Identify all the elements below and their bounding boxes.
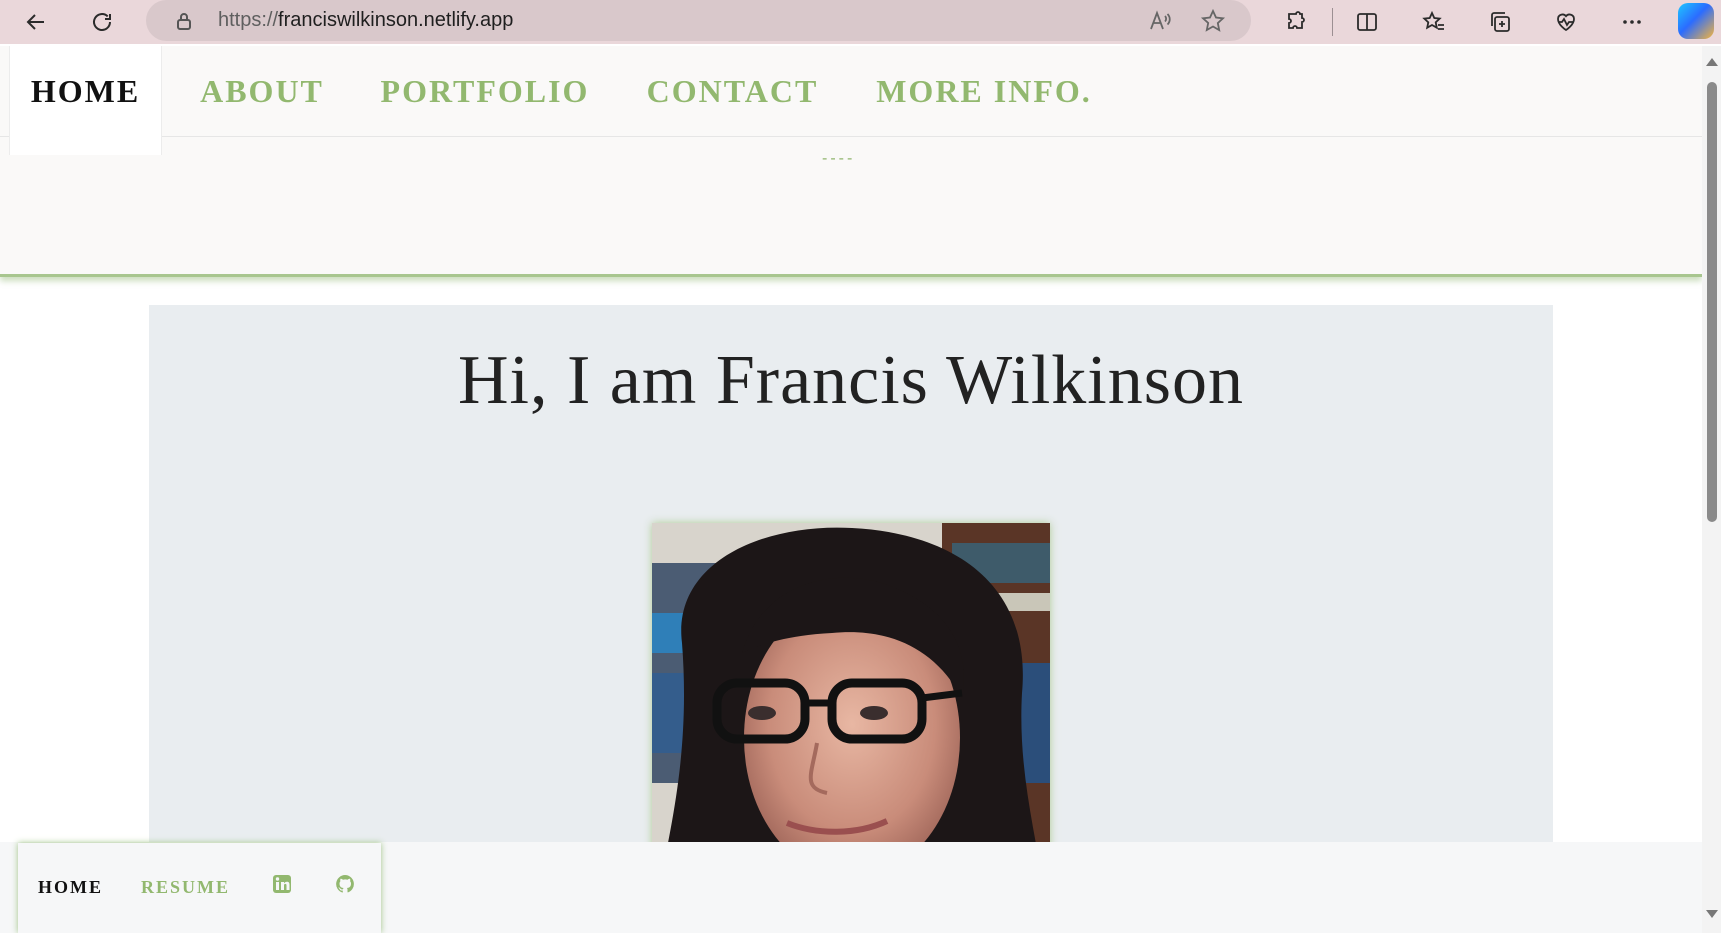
footer-nav-resume[interactable]: RESUME	[141, 877, 230, 898]
favorites-icon[interactable]	[1416, 4, 1452, 40]
read-aloud-icon[interactable]	[1146, 7, 1174, 35]
address-bar[interactable]: https://franciswilkinson.netlify.app	[146, 0, 1251, 41]
nav-home[interactable]: HOME	[9, 46, 162, 155]
url-host: franciswilkinson.netlify.app	[278, 9, 514, 31]
collections-icon[interactable]	[1482, 4, 1518, 40]
scrollbar-thumb[interactable]	[1707, 82, 1717, 522]
split-screen-icon[interactable]	[1349, 4, 1385, 40]
url-scheme: https://	[218, 9, 279, 31]
site-header: HOME ABOUT PORTFOLIO CONTACT MORE INFO. …	[0, 46, 1702, 277]
copilot-icon[interactable]	[1678, 3, 1714, 39]
extensions-icon[interactable]	[1278, 4, 1314, 40]
hero-section: Hi, I am Francis Wilkinson	[149, 305, 1553, 933]
github-icon[interactable]	[334, 873, 356, 895]
back-icon[interactable]	[18, 4, 54, 40]
browser-toolbar: https://franciswilkinson.netlify.app	[0, 0, 1721, 44]
nav-more-info[interactable]: MORE INFO.	[874, 46, 1094, 136]
page-viewport: HOME ABOUT PORTFOLIO CONTACT MORE INFO. …	[0, 46, 1702, 933]
linkedin-icon[interactable]	[271, 873, 293, 895]
favorite-star-icon[interactable]	[1199, 7, 1227, 35]
toolbar-separator	[1332, 8, 1333, 36]
nav-about[interactable]: ABOUT	[193, 46, 331, 136]
page-scrollbar[interactable]	[1702, 46, 1721, 933]
hero-title: Hi, I am Francis Wilkinson	[458, 342, 1244, 419]
lock-icon[interactable]	[172, 9, 196, 33]
more-icon[interactable]	[1614, 4, 1650, 40]
browser-essentials-icon[interactable]	[1548, 4, 1584, 40]
scroll-up-icon[interactable]	[1706, 58, 1718, 66]
url-text[interactable]: https://franciswilkinson.netlify.app	[218, 9, 513, 32]
refresh-icon[interactable]	[84, 4, 120, 40]
footer-nav-home[interactable]: HOME	[38, 877, 103, 898]
nav-contact[interactable]: CONTACT	[643, 46, 822, 136]
header-dashes: ----	[822, 150, 856, 167]
main-nav: HOME ABOUT PORTFOLIO CONTACT MORE INFO.	[0, 46, 1702, 155]
scroll-down-icon[interactable]	[1706, 910, 1718, 918]
footer-nav: HOME RESUME	[18, 843, 381, 933]
nav-portfolio[interactable]: PORTFOLIO	[378, 46, 592, 136]
